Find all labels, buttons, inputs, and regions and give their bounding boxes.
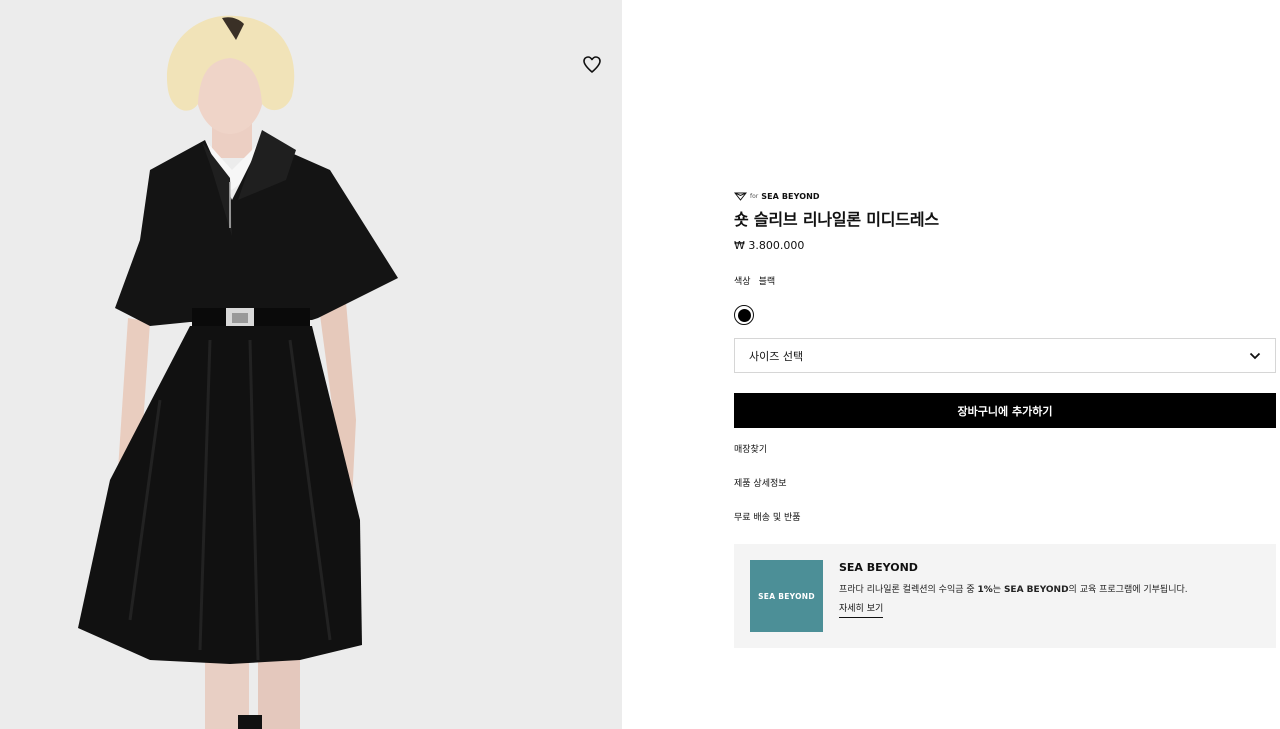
product-image (0, 0, 622, 729)
product-page: for SEA BEYOND 숏 슬리브 리나일론 미디드레스 ₩ 3.800.… (0, 0, 1280, 729)
chevron-down-icon (1249, 352, 1261, 359)
promo-description: 프라다 리나일론 컬렉션의 수익금 중 1%는 SEA BEYOND의 교육 프… (839, 582, 1188, 595)
color-swatch-black[interactable] (734, 305, 754, 325)
promo-title: SEA BEYOND (839, 561, 918, 574)
color-value: 블랙 (758, 277, 776, 287)
product-details-link[interactable]: 제품 상세정보 (734, 478, 1276, 512)
collab-label: for SEA BEYOND (734, 188, 1276, 204)
swatch-fill (737, 308, 751, 322)
sea-beyond-thumbnail: SEA BEYOND (750, 560, 823, 632)
add-to-cart-button[interactable]: 장바구니에 추가하기 (734, 393, 1276, 428)
promo-desc-brand: SEA BEYOND (1003, 585, 1069, 595)
thumbnail-text: SEA BEYOND (758, 591, 815, 601)
size-select-label: 사이즈 선택 (749, 349, 804, 363)
shipping-returns-link[interactable]: 무료 배송 및 반품 (734, 512, 1276, 546)
sea-beyond-promo: SEA BEYOND SEA BEYOND 프라다 리나일론 컬렉션의 수익금 … (734, 544, 1276, 648)
model-in-dress-image (78, 15, 398, 729)
info-links: 매장찾기 제품 상세정보 무료 배송 및 반품 (734, 444, 1276, 546)
size-select[interactable]: 사이즈 선택 (734, 338, 1276, 373)
heart-icon[interactable] (580, 52, 604, 76)
color-info: 색상 블랙 (734, 274, 1276, 287)
promo-desc-pct: 1% (977, 585, 993, 595)
store-locator-link[interactable]: 매장찾기 (734, 444, 1276, 478)
promo-desc-tail: 의 교육 프로그램에 기부됩니다. (1068, 585, 1188, 595)
product-info: for SEA BEYOND 숏 슬리브 리나일론 미디드레스 ₩ 3.800.… (734, 188, 1276, 648)
collab-for: for (750, 192, 759, 200)
color-label: 색상 (734, 277, 751, 287)
diamond-icon (734, 192, 747, 201)
collab-brand: SEA BEYOND (761, 191, 820, 201)
product-price: ₩ 3.800.000 (734, 239, 805, 252)
promo-desc-mid: 는 (992, 585, 1004, 595)
learn-more-link[interactable]: 자세히 보기 (839, 601, 884, 618)
promo-desc-text: 프라다 리나일론 컬렉션의 수익금 중 (839, 585, 978, 595)
product-title: 숏 슬리브 리나일론 미디드레스 (734, 210, 939, 229)
